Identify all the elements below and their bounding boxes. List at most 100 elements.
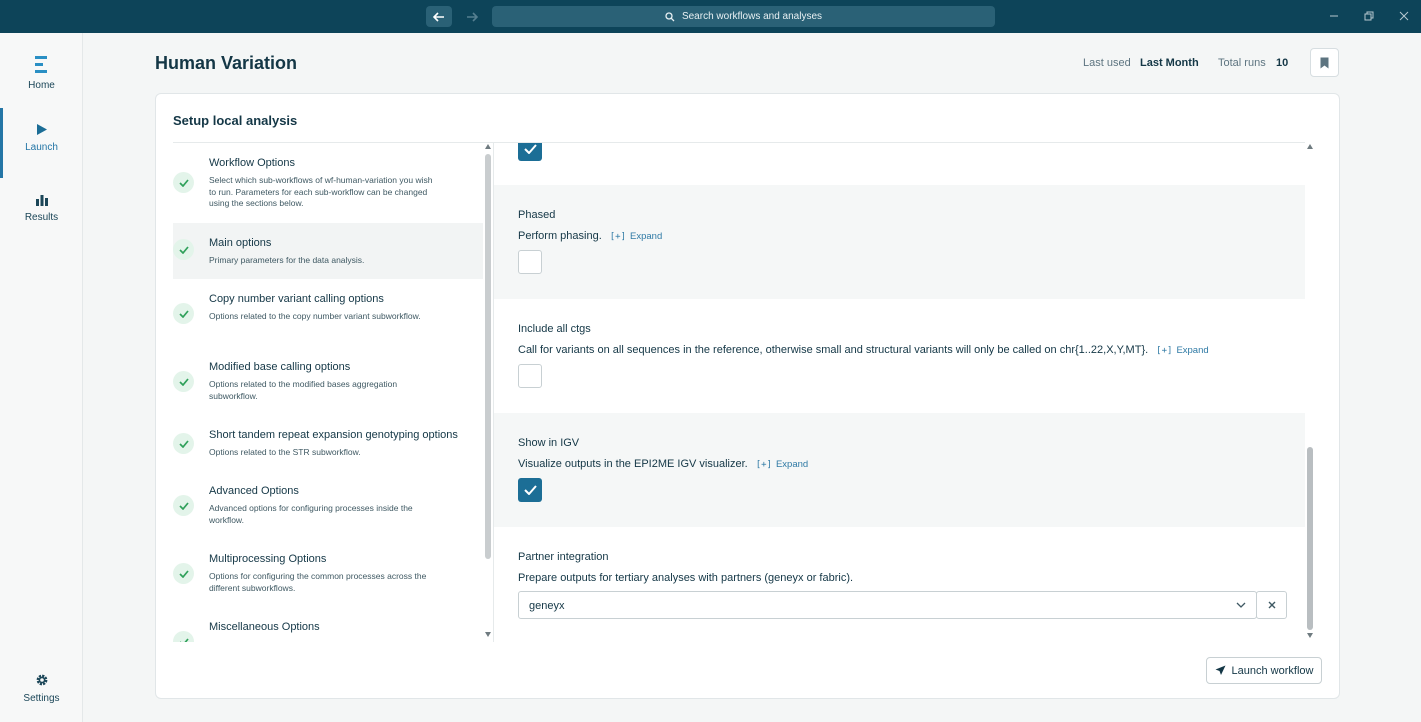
param-include-all-ctgs: Include all ctgs Call for variants on al… bbox=[494, 299, 1305, 413]
include-all-ctgs-checkbox[interactable] bbox=[518, 364, 542, 388]
close-icon bbox=[1268, 601, 1275, 609]
step-title: Multiprocessing Options bbox=[209, 553, 327, 565]
step-title: Copy number variant calling options bbox=[209, 293, 384, 305]
bookmark-button[interactable] bbox=[1310, 48, 1339, 77]
expand-bracket[interactable]: [+] bbox=[1156, 346, 1172, 356]
sidebar-item-launch[interactable]: Launch bbox=[0, 108, 83, 178]
play-icon bbox=[36, 124, 47, 135]
step-main-options[interactable]: Main options Primary parameters for the … bbox=[173, 223, 483, 279]
check-circle-icon bbox=[173, 239, 194, 260]
param-description-text: Call for variants on all sequences in th… bbox=[518, 344, 1149, 356]
sidebar-item-label: Home bbox=[28, 79, 55, 91]
step-description: Select which sub-workflows of wf-human-v… bbox=[209, 175, 433, 208]
checkmark-icon bbox=[523, 485, 537, 495]
partner-integration-select[interactable]: geneyx bbox=[518, 591, 1257, 619]
param-description-text: Prepare outputs for tertiary analyses wi… bbox=[518, 572, 854, 584]
close-icon bbox=[1399, 11, 1409, 21]
param-description-text: Perform phasing. bbox=[518, 230, 602, 242]
step-description: Options related to the copy number varia… bbox=[209, 311, 421, 321]
show-in-igv-checkbox[interactable] bbox=[518, 478, 542, 502]
check-circle-icon bbox=[173, 631, 194, 642]
param-title: Include all ctgs bbox=[518, 323, 591, 335]
step-multiprocessing-options[interactable]: Multiprocessing Options Options for conf… bbox=[173, 539, 483, 607]
scroll-down-icon bbox=[1307, 633, 1313, 638]
step-copy-number-options[interactable]: Copy number variant calling options Opti… bbox=[173, 279, 483, 347]
steps-scrollbar[interactable] bbox=[483, 142, 493, 642]
step-str-options[interactable]: Short tandem repeat expansion genotyping… bbox=[173, 415, 483, 471]
step-workflow-options[interactable]: Workflow Options Select which sub-workfl… bbox=[173, 143, 483, 223]
sidebar-item-settings[interactable]: Settings bbox=[0, 658, 83, 718]
clear-selection-button[interactable] bbox=[1256, 591, 1287, 619]
step-title: Modified base calling options bbox=[209, 361, 351, 373]
logo-icon bbox=[34, 55, 47, 73]
total-runs-label: Total runs bbox=[1218, 57, 1266, 69]
search-placeholder: Search workflows and analyses bbox=[681, 11, 823, 22]
chevron-down-icon bbox=[1236, 602, 1246, 608]
restore-icon bbox=[1364, 11, 1374, 21]
phased-checkbox[interactable] bbox=[518, 250, 542, 274]
rocket-icon bbox=[1215, 665, 1226, 675]
sidebar-item-label: Settings bbox=[23, 692, 60, 704]
step-title: Advanced Options bbox=[209, 485, 299, 497]
step-description: Options for configuring the common proce… bbox=[209, 571, 427, 593]
back-button[interactable] bbox=[426, 6, 452, 27]
sidebar-item-label: Launch bbox=[25, 142, 58, 153]
step-advanced-options[interactable]: Advanced Options Advanced options for co… bbox=[173, 471, 483, 539]
expand-link[interactable]: Expand bbox=[1176, 345, 1208, 356]
step-modified-base-options[interactable]: Modified base calling options Options re… bbox=[173, 347, 483, 415]
param-phased: Phased Perform phasing. [+] Expand bbox=[494, 185, 1305, 299]
params-scrollbar[interactable] bbox=[1305, 142, 1315, 642]
sidebar-item-label: Results bbox=[24, 211, 59, 223]
step-miscellaneous-options[interactable]: Miscellaneous Options bbox=[173, 607, 483, 642]
steps-list: Workflow Options Select which sub-workfl… bbox=[173, 142, 493, 642]
scroll-up-icon bbox=[485, 144, 491, 149]
param-description: Call for variants on all sequences in th… bbox=[518, 344, 1209, 356]
param-description: Visualize outputs in the EPI2ME IGV visu… bbox=[518, 458, 808, 470]
minimize-icon bbox=[1330, 15, 1338, 17]
search-input[interactable]: Search workflows and analyses bbox=[492, 6, 995, 27]
launch-workflow-button[interactable]: Launch workflow bbox=[1206, 657, 1322, 684]
scroll-up-icon bbox=[1307, 144, 1313, 149]
minimize-button[interactable] bbox=[1326, 8, 1342, 24]
sidebar: Home Launch Results Settings bbox=[0, 33, 83, 722]
param-title: Phased bbox=[518, 209, 556, 221]
launch-workflow-label: Launch workflow bbox=[1231, 664, 1314, 677]
step-title: Workflow Options bbox=[209, 157, 295, 169]
param-description: Prepare outputs for tertiary analyses wi… bbox=[518, 572, 853, 584]
scroll-down-icon bbox=[485, 632, 491, 637]
param-show-in-igv: Show in IGV Visualize outputs in the EPI… bbox=[494, 413, 1305, 527]
previous-checkbox[interactable] bbox=[518, 143, 542, 161]
steps-scroll-thumb[interactable] bbox=[485, 154, 491, 559]
expand-bracket[interactable]: [+] bbox=[756, 460, 772, 470]
expand-link[interactable]: Expand bbox=[776, 459, 808, 470]
search-icon bbox=[665, 11, 675, 21]
step-description: Advanced options for configuring process… bbox=[209, 503, 413, 525]
last-used-value: Last Month bbox=[1140, 57, 1199, 69]
page-title: Human Variation bbox=[155, 53, 298, 73]
check-circle-icon bbox=[173, 303, 194, 324]
arrow-right-icon bbox=[467, 11, 478, 22]
expand-bracket[interactable]: [+] bbox=[610, 232, 626, 242]
check-circle-icon bbox=[173, 172, 194, 193]
arrow-left-icon bbox=[433, 11, 444, 22]
title-bar: Search workflows and analyses bbox=[0, 0, 1421, 33]
param-description: Perform phasing. [+] Expand bbox=[518, 230, 662, 242]
forward-button[interactable] bbox=[459, 6, 485, 27]
step-description: Primary parameters for the data analysis… bbox=[209, 255, 365, 265]
sidebar-item-home[interactable]: Home bbox=[0, 43, 83, 103]
sidebar-item-results[interactable]: Results bbox=[0, 178, 83, 238]
select-value: geneyx bbox=[529, 600, 565, 612]
params-scroll-thumb[interactable] bbox=[1307, 447, 1313, 630]
expand-link[interactable]: Expand bbox=[630, 231, 662, 242]
param-title: Partner integration bbox=[518, 551, 609, 563]
param-description-text: Visualize outputs in the EPI2ME IGV visu… bbox=[518, 458, 748, 470]
close-window-button[interactable] bbox=[1396, 8, 1412, 24]
checkmark-icon bbox=[523, 144, 537, 154]
step-title: Main options bbox=[209, 237, 272, 249]
check-circle-icon bbox=[173, 371, 194, 392]
restore-button[interactable] bbox=[1361, 8, 1377, 24]
gear-icon bbox=[36, 674, 47, 685]
bar-chart-icon bbox=[35, 194, 48, 206]
total-runs-value: 10 bbox=[1276, 57, 1289, 69]
step-description: Options related to the STR subworkflow. bbox=[209, 447, 361, 457]
